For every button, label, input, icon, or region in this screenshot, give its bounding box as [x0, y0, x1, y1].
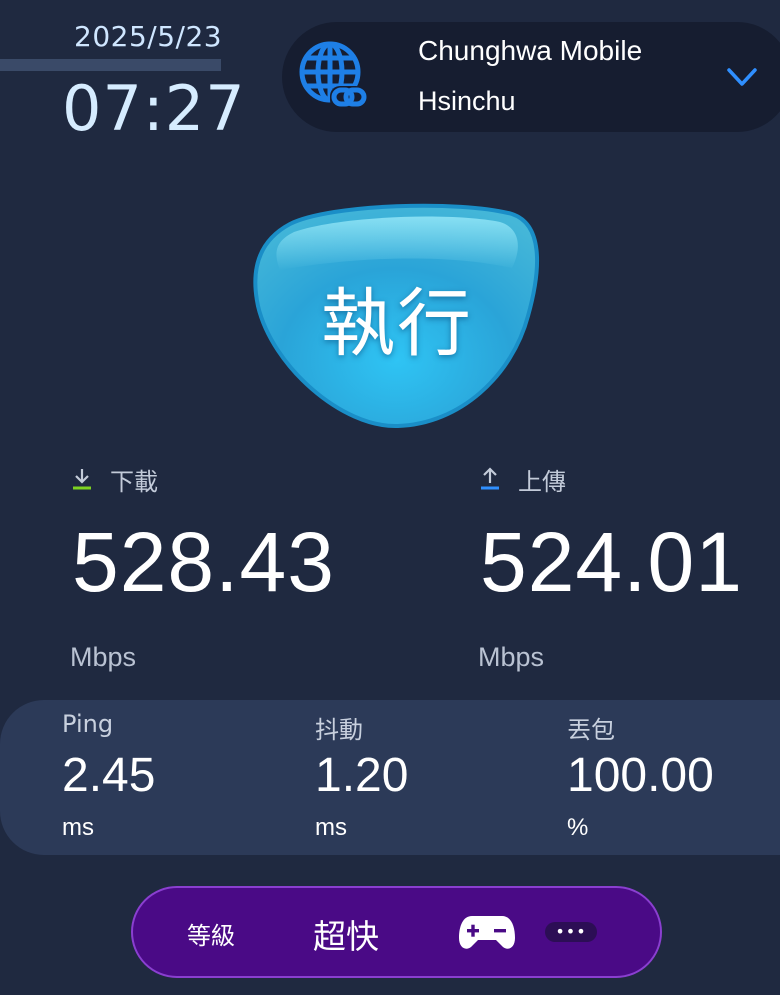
ping-value: 2.45 [62, 749, 156, 802]
date-underline [0, 59, 221, 71]
go-button[interactable]: 執行 [250, 196, 544, 432]
download-unit: Mbps [70, 642, 137, 672]
download-label: 下載 [110, 467, 158, 496]
jitter-label: 抖動 [315, 716, 363, 744]
ping-label: Ping [62, 710, 114, 738]
upload-arrow-icon [481, 467, 499, 490]
grade-bar[interactable]: 等級 超快 ••• [131, 886, 662, 978]
jitter-unit: ms [315, 814, 347, 841]
server-city-name: Hsinchu [418, 86, 516, 116]
upload-unit: Mbps [478, 642, 545, 672]
grade-label: 等級 [187, 922, 235, 950]
packet-loss-value: 100.00 [567, 749, 714, 802]
go-button-label: 執行 [321, 281, 473, 367]
stats-panel: Ping 2.45 ms 抖動 1.20 ms 丟包 100.00 % [0, 700, 780, 855]
upload-header: 上傳 [480, 464, 566, 496]
packet-loss-label: 丟包 [567, 716, 615, 744]
gamepad-icon [459, 916, 515, 949]
server-selector[interactable]: Chunghwa Mobile Hsinchu [282, 22, 780, 132]
download-header: 下載 [72, 464, 158, 496]
grade-value: 超快 [313, 917, 379, 956]
download-arrow-icon [73, 469, 91, 490]
ping-unit: ms [62, 814, 94, 841]
upload-label: 上傳 [518, 467, 566, 496]
date-label: 2025/5/23 [74, 20, 223, 53]
download-value: 528.43 [72, 515, 335, 609]
chevron-down-icon[interactable] [726, 66, 758, 88]
more-button[interactable]: ••• [545, 922, 597, 942]
globe-link-icon [299, 41, 367, 110]
server-isp-name: Chunghwa Mobile [418, 35, 643, 66]
upload-value: 524.01 [480, 515, 743, 609]
packet-loss-unit: % [567, 814, 589, 841]
jitter-value: 1.20 [315, 749, 409, 802]
clock-time: 07:27 [62, 72, 246, 145]
